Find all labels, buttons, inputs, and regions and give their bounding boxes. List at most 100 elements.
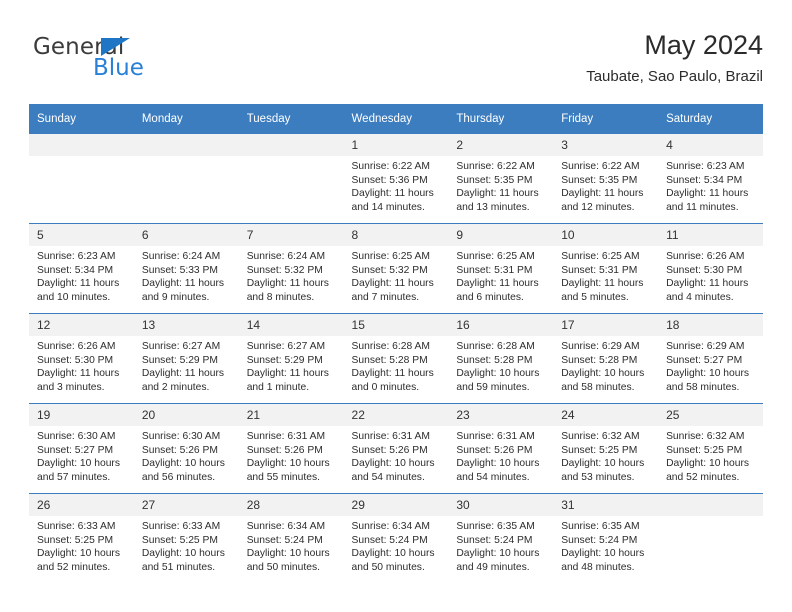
calendar-day-cell[interactable]: 4 Sunrise: 6:23 AM Sunset: 5:34 PM Daylight… — [658, 133, 763, 224]
calendar-day-cell[interactable]: 13 Sunrise: 6:27 AM Sunset: 5:29 PM Dayligh… — [133, 313, 239, 404]
calendar-day-cell[interactable]: 2 Sunrise: 6:22 AM Sunset: 5:35 PM Daylight… — [448, 133, 554, 224]
day-number — [29, 134, 134, 156]
day-details: Sunrise: 6:33 AM Sunset: 5:25 PM Daylight:… — [134, 516, 239, 574]
sunset-text: Sunset: 5:36 PM — [351, 174, 428, 186]
daylight-text: Daylight: 10 hours and 48 minutes. — [561, 548, 645, 573]
calendar-day-cell[interactable]: 19 Sunrise: 6:30 AM Sunset: 5:27 PM Dayligh… — [29, 403, 134, 494]
daylight-text: Daylight: 11 hours and 9 minutes. — [141, 278, 225, 303]
day-number: 18 — [658, 314, 763, 336]
calendar-day-cell[interactable]: 16 Sunrise: 6:28 AM Sunset: 5:28 PM Dayligh… — [448, 313, 554, 404]
calendar-day-cell[interactable]: 10 Sunrise: 6:25 AM Sunset: 5:31 PM Dayligh… — [553, 223, 659, 314]
daylight-text: Daylight: 10 hours and 59 minutes. — [456, 368, 540, 393]
day-details: Sunrise: 6:31 AM Sunset: 5:26 PM Daylight:… — [239, 426, 344, 484]
sunrise-text: Sunrise: 6:24 AM — [246, 251, 326, 262]
sunset-text: Sunset: 5:35 PM — [456, 174, 533, 186]
sunrise-text: Sunrise: 6:22 AM — [561, 161, 640, 172]
day-details: Sunrise: 6:23 AM Sunset: 5:34 PM Daylight:… — [29, 246, 134, 304]
calendar-table: Sunday Monday Tuesday Wednesday Thursday… — [29, 104, 763, 583]
calendar-day-cell[interactable]: 25 Sunrise: 6:32 AM Sunset: 5:25 PM Dayligh… — [658, 403, 763, 494]
day-number: 1 — [343, 134, 449, 156]
calendar-day-cell[interactable]: 18 Sunrise: 6:29 AM Sunset: 5:27 PM Dayligh… — [658, 313, 763, 404]
daylight-text: Daylight: 10 hours and 58 minutes. — [666, 368, 750, 393]
calendar-day-cell[interactable]: 15 Sunrise: 6:28 AM Sunset: 5:28 PM Dayligh… — [343, 313, 449, 404]
day-number: 24 — [553, 404, 659, 426]
calendar-day-cell[interactable]: 26 Sunrise: 6:33 AM Sunset: 5:25 PM Dayligh… — [29, 493, 134, 583]
calendar-body: 1 Sunrise: 6:22 AM Sunset: 5:36 PM Daylight… — [29, 133, 763, 583]
day-details: Sunrise: 6:25 AM Sunset: 5:31 PM Daylight:… — [553, 246, 658, 304]
day-details: Sunrise: 6:35 AM Sunset: 5:24 PM Daylight:… — [553, 516, 658, 574]
calendar-day-cell[interactable]: 17 Sunrise: 6:29 AM Sunset: 5:28 PM Dayligh… — [553, 313, 659, 404]
calendar-day-cell[interactable]: 1 Sunrise: 6:22 AM Sunset: 5:36 PM Daylight… — [343, 133, 449, 224]
day-details: Sunrise: 6:23 AM Sunset: 5:34 PM Daylight:… — [658, 156, 763, 214]
day-details: Sunrise: 6:27 AM Sunset: 5:29 PM Daylight:… — [239, 336, 344, 394]
sunrise-text: Sunrise: 6:25 AM — [351, 251, 430, 262]
general-blue-logo[interactable]: General Blue — [33, 34, 233, 90]
daylight-text: Daylight: 11 hours and 4 minutes. — [666, 278, 749, 303]
calendar-day-cell[interactable]: 31 Sunrise: 6:35 AM Sunset: 5:24 PM Dayligh… — [553, 493, 659, 583]
calendar-day-cell[interactable]: 22 Sunrise: 6:31 AM Sunset: 5:26 PM Dayligh… — [343, 403, 449, 494]
sunset-text: Sunset: 5:31 PM — [561, 264, 638, 276]
calendar-day-cell[interactable]: 21 Sunrise: 6:31 AM Sunset: 5:26 PM Dayligh… — [238, 403, 344, 494]
day-details: Sunrise: 6:22 AM Sunset: 5:35 PM Daylight:… — [448, 156, 553, 214]
calendar-day-cell[interactable]: 8 Sunrise: 6:25 AM Sunset: 5:32 PM Daylight… — [343, 223, 449, 314]
day-number: 11 — [658, 224, 763, 246]
sunrise-text: Sunrise: 6:28 AM — [456, 341, 535, 352]
calendar-day-cell[interactable]: 5 Sunrise: 6:23 AM Sunset: 5:34 PM Daylight… — [29, 223, 134, 314]
calendar-day-cell[interactable]: 23 Sunrise: 6:31 AM Sunset: 5:26 PM Dayligh… — [448, 403, 554, 494]
calendar-day-cell[interactable]: 14 Sunrise: 6:27 AM Sunset: 5:29 PM Dayligh… — [238, 313, 344, 404]
sunset-text: Sunset: 5:26 PM — [456, 444, 533, 456]
day-details: Sunrise: 6:22 AM Sunset: 5:36 PM Daylight:… — [344, 156, 449, 214]
calendar-day-cell[interactable]: 3 Sunrise: 6:22 AM Sunset: 5:35 PM Daylight… — [553, 133, 659, 224]
day-number: 14 — [238, 314, 344, 336]
sunrise-text: Sunrise: 6:31 AM — [351, 431, 430, 442]
calendar-day-cell[interactable]: 28 Sunrise: 6:34 AM Sunset: 5:24 PM Dayligh… — [238, 493, 344, 583]
calendar-week-row: 5 Sunrise: 6:23 AM Sunset: 5:34 PM Daylight… — [29, 223, 763, 314]
day-number: 2 — [448, 134, 554, 156]
page-title: May 2024 — [644, 30, 763, 60]
daylight-text: Daylight: 10 hours and 50 minutes. — [246, 548, 330, 573]
sunset-text: Sunset: 5:33 PM — [141, 264, 218, 276]
sunset-text: Sunset: 5:31 PM — [456, 264, 533, 276]
daylight-text: Daylight: 10 hours and 52 minutes. — [37, 548, 120, 573]
daylight-text: Daylight: 10 hours and 57 minutes. — [37, 458, 120, 483]
daylight-text: Daylight: 11 hours and 3 minutes. — [37, 368, 120, 393]
day-number: 22 — [343, 404, 449, 426]
calendar-day-cell[interactable]: 27 Sunrise: 6:33 AM Sunset: 5:25 PM Dayligh… — [133, 493, 239, 583]
day-number: 4 — [658, 134, 763, 156]
sunset-text: Sunset: 5:24 PM — [456, 534, 533, 546]
sunrise-text: Sunrise: 6:34 AM — [351, 521, 430, 532]
sunset-text: Sunset: 5:25 PM — [561, 444, 638, 456]
day-number: 23 — [448, 404, 554, 426]
day-details: Sunrise: 6:28 AM Sunset: 5:28 PM Daylight:… — [448, 336, 553, 394]
daylight-text: Daylight: 11 hours and 14 minutes. — [351, 188, 434, 213]
day-number: 12 — [29, 314, 134, 336]
calendar-day-cell[interactable]: 7 Sunrise: 6:24 AM Sunset: 5:32 PM Daylight… — [238, 223, 344, 314]
sunset-text: Sunset: 5:26 PM — [141, 444, 218, 456]
day-number: 16 — [448, 314, 554, 336]
sunrise-text: Sunrise: 6:34 AM — [246, 521, 326, 532]
day-details: Sunrise: 6:34 AM Sunset: 5:24 PM Daylight:… — [239, 516, 344, 574]
day-details: Sunrise: 6:31 AM Sunset: 5:26 PM Daylight:… — [448, 426, 553, 484]
day-details: Sunrise: 6:31 AM Sunset: 5:26 PM Daylight:… — [344, 426, 449, 484]
sunrise-text: Sunrise: 6:27 AM — [246, 341, 326, 352]
weekday-header-monday: Monday — [133, 104, 239, 134]
day-number: 3 — [553, 134, 659, 156]
day-number: 29 — [343, 494, 449, 516]
calendar-day-cell[interactable]: 24 Sunrise: 6:32 AM Sunset: 5:25 PM Dayligh… — [553, 403, 659, 494]
daylight-text: Daylight: 10 hours and 50 minutes. — [351, 548, 435, 573]
calendar-day-cell[interactable]: 20 Sunrise: 6:30 AM Sunset: 5:26 PM Dayligh… — [133, 403, 239, 494]
sunrise-text: Sunrise: 6:22 AM — [456, 161, 535, 172]
day-number: 20 — [133, 404, 239, 426]
calendar-day-cell[interactable]: 9 Sunrise: 6:25 AM Sunset: 5:31 PM Daylight… — [448, 223, 554, 314]
sunrise-text: Sunrise: 6:23 AM — [666, 161, 745, 172]
sunrise-text: Sunrise: 6:35 AM — [456, 521, 535, 532]
calendar-day-cell[interactable]: 6 Sunrise: 6:24 AM Sunset: 5:33 PM Daylight… — [133, 223, 239, 314]
calendar-day-cell[interactable]: 11 Sunrise: 6:26 AM Sunset: 5:30 PM Dayligh… — [658, 223, 763, 314]
sunset-text: Sunset: 5:28 PM — [561, 354, 638, 366]
calendar-day-cell[interactable]: 12 Sunrise: 6:26 AM Sunset: 5:30 PM Dayligh… — [29, 313, 134, 404]
calendar-day-cell[interactable]: 30 Sunrise: 6:35 AM Sunset: 5:24 PM Dayligh… — [448, 493, 554, 583]
calendar-day-cell[interactable]: 29 Sunrise: 6:34 AM Sunset: 5:24 PM Dayligh… — [343, 493, 449, 583]
sunset-text: Sunset: 5:24 PM — [561, 534, 638, 546]
calendar-day-cell-empty — [29, 133, 134, 224]
day-number: 9 — [448, 224, 554, 246]
